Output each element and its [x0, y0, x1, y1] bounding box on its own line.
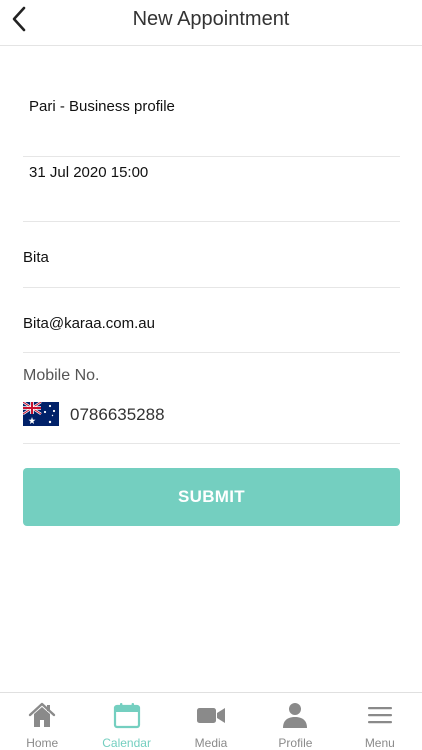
tab-calendar[interactable]: Calendar	[84, 693, 168, 750]
tab-profile-label: Profile	[278, 736, 313, 750]
tab-menu-label: Menu	[364, 736, 395, 750]
datetime-field[interactable]: 31 Jul 2020 15:00	[23, 157, 400, 222]
home-icon	[29, 702, 56, 727]
page-title: New Appointment	[132, 8, 290, 30]
name-field[interactable]: Bita	[23, 222, 400, 288]
submit-button[interactable]: SUBMIT	[23, 468, 400, 526]
person-icon	[283, 703, 308, 728]
datetime-value: 31 Jul 2020 15:00	[29, 164, 149, 181]
video-camera-icon	[197, 708, 226, 723]
mobile-number-input[interactable]: 0786635288	[70, 405, 165, 425]
mobile-field[interactable]: 0786635288	[23, 392, 400, 444]
tab-media[interactable]: Media	[169, 693, 253, 750]
mobile-label: Mobile No.	[23, 367, 100, 384]
nav-header: New Appointment	[0, 0, 422, 46]
tab-media-label: Media	[194, 736, 228, 750]
tab-profile[interactable]: Profile	[253, 693, 337, 750]
tab-calendar-label: Calendar	[102, 736, 151, 750]
hamburger-menu-icon	[367, 707, 392, 724]
business-field[interactable]: Pari - Business profile	[23, 86, 400, 157]
tab-home[interactable]: Home	[0, 693, 84, 750]
email-field[interactable]: Bita@karaa.com.au	[23, 288, 400, 353]
tab-menu[interactable]: Menu	[338, 693, 422, 750]
business-value: Pari - Business profile	[29, 98, 175, 115]
bottom-tab-bar: Home Calendar Media Profile Menu	[0, 692, 422, 750]
name-value: Bita	[23, 249, 49, 266]
australia-flag-icon[interactable]	[23, 402, 59, 426]
calendar-icon	[113, 703, 140, 729]
tab-home-label: Home	[26, 736, 59, 750]
email-value: Bita@karaa.com.au	[23, 315, 155, 332]
